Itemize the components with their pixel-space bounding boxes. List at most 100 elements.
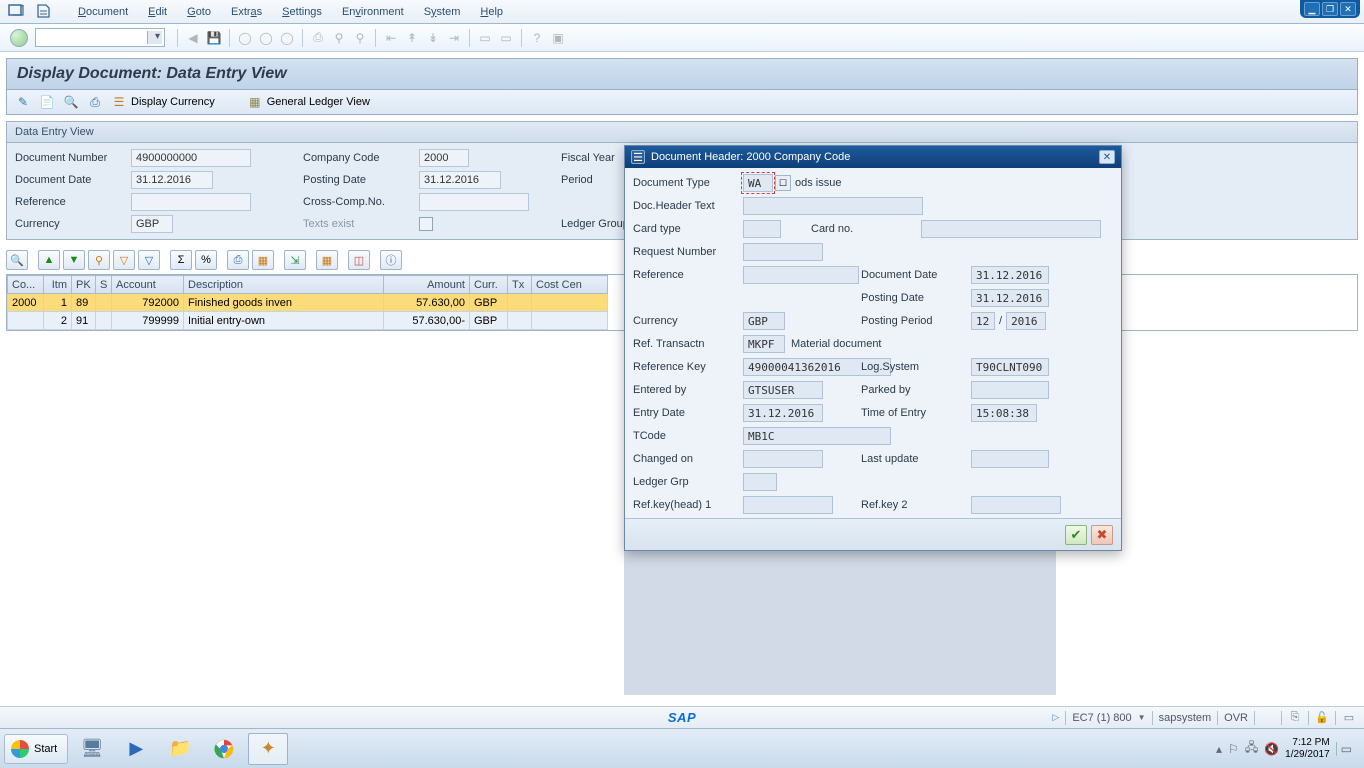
network-tray-icon[interactable]: 🖧 — [1245, 738, 1258, 759]
lock-icon[interactable]: 🔓 — [1315, 711, 1329, 725]
server-manager-task-icon[interactable]: 🖥 — [72, 733, 112, 765]
crosscomp-value[interactable] — [419, 193, 529, 211]
toggle-icon[interactable]: ✎ — [15, 94, 31, 110]
menu-settings[interactable]: Settings — [272, 4, 332, 20]
volume-icon[interactable]: 🔇 — [1264, 742, 1279, 756]
menu-system[interactable]: System — [414, 4, 471, 20]
details-button[interactable]: 🔍 — [6, 250, 28, 270]
powershell-task-icon[interactable]: ▶ — [116, 733, 156, 765]
col-amount[interactable]: Amount — [384, 276, 470, 294]
prev-page-icon[interactable]: ↟ — [403, 29, 421, 47]
refkey1-value[interactable] — [743, 496, 833, 514]
d-currency-value[interactable]: GBP — [743, 312, 785, 330]
restore-button[interactable]: ❐ — [1322, 2, 1338, 16]
new-session-icon[interactable]: ▭ — [476, 29, 494, 47]
card-no-value[interactable] — [921, 220, 1101, 238]
entered-by-value[interactable]: GTSUSER — [743, 381, 823, 399]
abap-icon[interactable]: ⎘ — [1288, 711, 1302, 725]
tcode-value[interactable]: MB1C — [743, 427, 891, 445]
other-doc-icon[interactable]: 📄 — [39, 94, 55, 110]
menu-edit[interactable]: Edit — [138, 4, 177, 20]
d-docdate-value[interactable]: 31.12.2016 — [971, 266, 1049, 284]
subtotal-button[interactable]: % — [195, 250, 217, 270]
first-page-icon[interactable]: ⇤ — [382, 29, 400, 47]
col-tx[interactable]: Tx — [508, 276, 532, 294]
menu-document[interactable]: Document — [68, 4, 138, 20]
doc-number-value[interactable]: 4900000000 — [131, 149, 251, 167]
changed-on-value[interactable] — [743, 450, 823, 468]
last-update-value[interactable] — [971, 450, 1049, 468]
next-page-icon[interactable]: ↡ — [424, 29, 442, 47]
header-text-value[interactable] — [743, 197, 923, 215]
company-code-value[interactable]: 2000 — [419, 149, 469, 167]
refkey2-value[interactable] — [971, 496, 1061, 514]
menu-help[interactable]: Help — [470, 4, 513, 20]
d-reference-value[interactable] — [743, 266, 859, 284]
sort-desc-button[interactable]: ▼ — [63, 250, 85, 270]
set-filter-button[interactable]: ▽ — [138, 250, 160, 270]
find-icon[interactable]: ⚲ — [330, 29, 348, 47]
save-icon[interactable]: 💾 — [205, 29, 223, 47]
table-row[interactable]: 291799999Initial entry-own57.630,00-GBP — [8, 312, 608, 330]
filter-button[interactable]: ▽ — [113, 250, 135, 270]
dialog-sys-icon[interactable]: ☰ — [631, 150, 645, 164]
explorer-task-icon[interactable]: 📁 — [160, 733, 200, 765]
show-desktop-button[interactable]: ▭ — [1336, 742, 1352, 756]
info-button[interactable]: ⓘ — [380, 250, 402, 270]
posting-period-1-value[interactable]: 12 — [971, 312, 995, 330]
taskbar-clock[interactable]: 7:12 PM 1/29/2017 — [1285, 737, 1330, 761]
col-account[interactable]: Account — [112, 276, 184, 294]
d-postdate-value[interactable]: 31.12.2016 — [971, 289, 1049, 307]
dialog-ok-button[interactable]: ✔ — [1065, 525, 1087, 545]
chrome-task-icon[interactable] — [204, 733, 244, 765]
time-of-entry-value[interactable]: 15:08:38 — [971, 404, 1037, 422]
taxes-icon[interactable]: ⎙ — [87, 94, 103, 110]
doc-date-value[interactable]: 31.12.2016 — [131, 171, 213, 189]
print-icon[interactable]: ⎙ — [309, 29, 327, 47]
dialog-cancel-button[interactable]: ✖ — [1091, 525, 1113, 545]
print-preview-button[interactable]: ⎙ — [227, 250, 249, 270]
log-system-value[interactable]: T90CLNT090 — [971, 358, 1049, 376]
posting-date-value[interactable]: 31.12.2016 — [419, 171, 501, 189]
table-row[interactable]: 2000189792000Finished goods inven57.630,… — [8, 294, 608, 312]
show-hidden-icon[interactable]: ▴ — [1216, 742, 1222, 756]
col-desc[interactable]: Description — [184, 276, 384, 294]
graphic-button[interactable]: ◫ — [348, 250, 370, 270]
dialog-close-button[interactable]: ✕ — [1099, 150, 1115, 164]
start-button[interactable]: Start — [4, 734, 68, 764]
shortcut-icon[interactable]: ▭ — [497, 29, 515, 47]
enter-button[interactable] — [10, 29, 28, 47]
entry-date-value[interactable]: 31.12.2016 — [743, 404, 823, 422]
views-button[interactable]: ▦ — [252, 250, 274, 270]
display-currency-button[interactable]: ☰Display Currency — [111, 94, 215, 110]
card-type-value[interactable] — [743, 220, 781, 238]
request-number-value[interactable] — [743, 243, 823, 261]
parked-by-value[interactable] — [971, 381, 1049, 399]
total-button[interactable]: Σ — [170, 250, 192, 270]
menu-environment[interactable]: Environment — [332, 4, 414, 20]
last-page-icon[interactable]: ⇥ — [445, 29, 463, 47]
sapgui-task-icon[interactable]: ✦ — [248, 733, 288, 765]
cancel-icon[interactable]: ◯ — [278, 29, 296, 47]
app-icon[interactable] — [36, 4, 54, 20]
layout-button[interactable]: ▦ — [316, 250, 338, 270]
ledger-grp-value[interactable] — [743, 473, 777, 491]
sort-asc-button[interactable]: ▲ — [38, 250, 60, 270]
local-layout-icon[interactable]: ▭ — [1342, 711, 1356, 725]
message-triangle-icon[interactable]: ▷ — [1052, 712, 1059, 723]
close-button[interactable]: ✕ — [1340, 2, 1356, 16]
menu-extras[interactable]: Extras — [221, 4, 272, 20]
window-menu-icon[interactable] — [8, 4, 26, 20]
help-icon[interactable]: ? — [528, 29, 546, 47]
col-curr[interactable]: Curr. — [470, 276, 508, 294]
back-icon[interactable]: ◀ — [184, 29, 202, 47]
export-button[interactable]: ⇲ — [284, 250, 306, 270]
menu-goto[interactable]: Goto — [177, 4, 221, 20]
ref-transactn-value[interactable]: MKPF — [743, 335, 785, 353]
col-costcen[interactable]: Cost Cen — [532, 276, 608, 294]
minimize-button[interactable]: ▁ — [1304, 2, 1320, 16]
okcode-field[interactable] — [35, 28, 165, 47]
col-pk[interactable]: PK — [72, 276, 96, 294]
back-nav-icon[interactable]: ◯ — [236, 29, 254, 47]
exit-icon[interactable]: ◯ — [257, 29, 275, 47]
